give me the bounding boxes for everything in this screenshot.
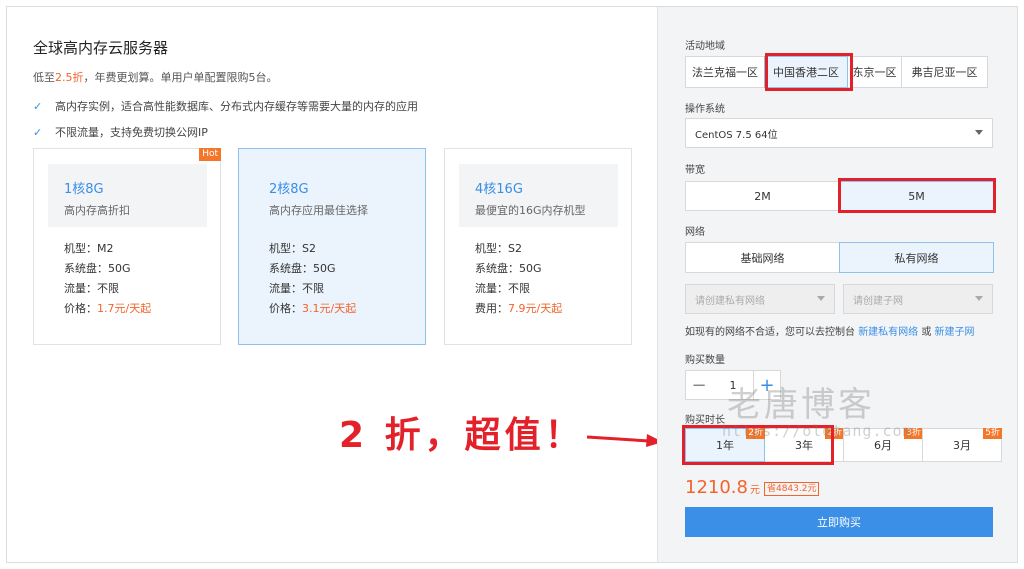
network-label: 网络 — [685, 227, 705, 238]
plan-row-traffic: 流量：不限 — [64, 282, 119, 295]
region-selector: 法兰克福一区 中国香港二区 东京一区 弗吉尼亚一区 — [685, 56, 988, 88]
feature-item: ✓ 不限流量，支持免费切换公网IP — [33, 125, 208, 140]
plan-spec: 1核8G — [64, 182, 104, 197]
create-vpc-link[interactable]: 新建私有网络 — [858, 327, 918, 338]
plan-details: 机型：S2 系统盘：50G 流量：不限 价格：3.1元/天起 — [269, 239, 356, 319]
network-option-vpc[interactable]: 私有网络 — [839, 242, 994, 273]
create-subnet-link[interactable]: 新建子网 — [935, 327, 975, 338]
plan-desc: 高内存高折扣 — [64, 204, 130, 217]
plan-card-2c8g[interactable]: 2核8G 高内存应用最佳选择 机型：S2 系统盘：50G 流量：不限 价格：3.… — [238, 148, 426, 345]
plan-row-price: 费用：7.9元/天起 — [475, 302, 563, 315]
plan-desc: 最便宜的16G内存机型 — [475, 204, 586, 217]
watermark: 老唐博客 — [727, 385, 875, 425]
region-option-virginia[interactable]: 弗吉尼亚一区 — [901, 56, 988, 88]
annotation-arrow-icon — [586, 434, 663, 447]
region-option-frankfurt[interactable]: 法兰克福一区 — [685, 56, 765, 88]
plan-row-model: 机型：S2 — [269, 242, 316, 255]
plan-row-model: 机型：S2 — [475, 242, 522, 255]
plan-card-header: 1核8G 高内存高折扣 — [48, 164, 207, 227]
annotation-text: 2 折，超值！ — [339, 415, 585, 456]
plan-row-disk: 系统盘：50G — [475, 262, 542, 275]
bandwidth-option-5m[interactable]: 5M — [839, 181, 994, 211]
plan-row-price: 价格：1.7元/天起 — [64, 302, 152, 315]
region-option-tokyo[interactable]: 东京一区 — [847, 56, 902, 88]
promo-discount: 2.5折 — [55, 71, 84, 84]
feature-item: ✓ 高内存实例，适合高性能数据库、分布式内存缓存等需要大量的内存的应用 — [33, 99, 418, 114]
plan-row-traffic: 流量：不限 — [269, 282, 324, 295]
plan-spec: 2核8G — [269, 182, 309, 197]
os-label: 操作系统 — [685, 104, 725, 115]
vpc-select[interactable]: 请创建私有网络 — [685, 284, 835, 314]
quantity-label: 购买数量 — [685, 355, 725, 366]
plan-row-traffic: 流量：不限 — [475, 282, 530, 295]
hot-badge: Hot — [199, 148, 221, 161]
savings-badge: 省4843.2元 — [763, 482, 820, 496]
plan-spec: 4核16G — [475, 182, 523, 197]
plan-details: 机型：M2 系统盘：50G 流量：不限 价格：1.7元/天起 — [64, 239, 151, 319]
page-frame: 全球高内存云服务器 低至2.5折，年费更划算。单用户单配置限购5台。 ✓ 高内存… — [6, 6, 1018, 563]
watermark-url: https://oldtang.com — [722, 422, 913, 440]
bandwidth-option-2m[interactable]: 2M — [685, 181, 840, 211]
plan-card-header: 4核16G 最便宜的16G内存机型 — [459, 164, 618, 227]
plan-card-1c8g[interactable]: Hot 1核8G 高内存高折扣 机型：M2 系统盘：50G 流量：不限 价格：1… — [33, 148, 221, 345]
plan-card-4c16g[interactable]: 4核16G 最便宜的16G内存机型 机型：S2 系统盘：50G 流量：不限 费用… — [444, 148, 632, 345]
bandwidth-label: 带宽 — [685, 165, 705, 176]
chevron-down-icon — [817, 296, 825, 301]
plan-row-disk: 系统盘：50G — [269, 262, 336, 275]
network-selector: 基础网络 私有网络 — [685, 242, 994, 273]
check-icon: ✓ — [33, 125, 43, 139]
buy-now-button[interactable]: 立即购买 — [685, 507, 993, 537]
plan-row-disk: 系统盘：50G — [64, 262, 131, 275]
order-panel: 活动地域 法兰克福一区 中国香港二区 东京一区 弗吉尼亚一区 操作系统 Cent… — [657, 7, 1017, 562]
product-panel: 全球高内存云服务器 低至2.5折，年费更划算。单用户单配置限购5台。 ✓ 高内存… — [7, 7, 663, 562]
duration-label: 购买时长 — [685, 415, 725, 426]
chevron-down-icon — [975, 296, 983, 301]
promo-text: 低至2.5折，年费更划算。单用户单配置限购5台。 — [33, 71, 278, 84]
discount-badge: 5折 — [983, 428, 1002, 439]
chevron-down-icon — [975, 130, 983, 135]
plan-row-model: 机型：M2 — [64, 242, 114, 255]
bandwidth-selector: 2M 5M — [685, 181, 994, 211]
plan-details: 机型：S2 系统盘：50G 流量：不限 费用：7.9元/天起 — [475, 239, 562, 319]
check-icon: ✓ — [33, 99, 43, 113]
plan-desc: 高内存应用最佳选择 — [269, 204, 368, 217]
decrement-button[interactable]: − — [685, 370, 713, 400]
region-label: 活动地域 — [685, 41, 725, 52]
plan-row-price: 价格：3.1元/天起 — [269, 302, 357, 315]
subnet-select[interactable]: 请创建子网 — [843, 284, 993, 314]
region-option-hongkong[interactable]: 中国香港二区 — [764, 56, 848, 88]
plan-card-header: 2核8G 高内存应用最佳选择 — [253, 164, 412, 227]
total-price: 1210.8 元 省4843.2元 — [685, 477, 820, 498]
network-hint: 如现有的网络不合适，您可以去控制台 新建私有网络 或 新建子网 — [685, 327, 975, 338]
network-option-basic[interactable]: 基础网络 — [685, 242, 840, 273]
os-select[interactable]: CentOS 7.5 64位 — [685, 118, 993, 148]
duration-option-3m[interactable]: 3月 5折 — [922, 428, 1002, 462]
page-title: 全球高内存云服务器 — [33, 39, 169, 57]
